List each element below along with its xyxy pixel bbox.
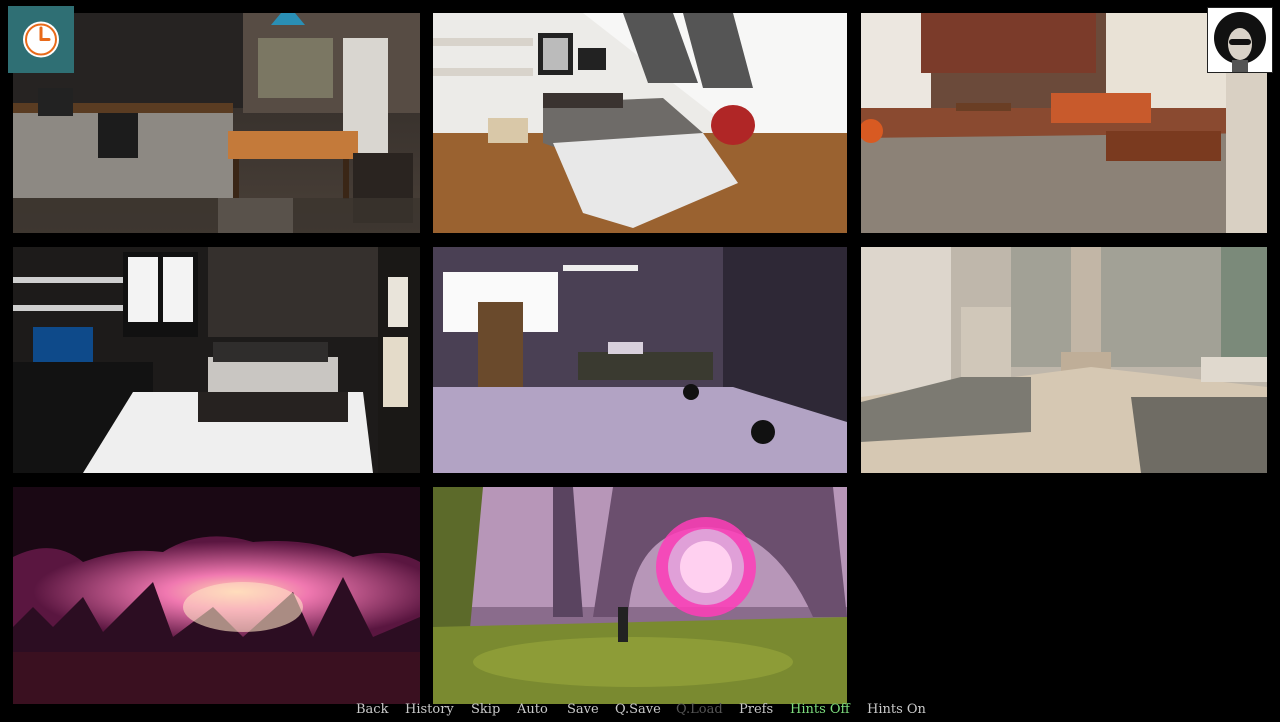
dark-bedroom-image xyxy=(13,247,420,473)
character-portrait[interactable] xyxy=(1207,7,1273,73)
pink-cave-image xyxy=(13,487,420,704)
attic-bedroom-image xyxy=(433,13,847,233)
hints-on-button[interactable]: Hints On xyxy=(867,702,926,717)
back-button[interactable]: Back xyxy=(356,702,388,717)
history-button[interactable]: History xyxy=(405,702,454,717)
location-kitchen[interactable] xyxy=(13,13,420,233)
kitchen-image xyxy=(13,13,420,233)
quick-save-button[interactable]: Q.Save xyxy=(615,702,661,717)
location-purple-room[interactable] xyxy=(433,247,847,473)
purple-room-image xyxy=(433,247,847,473)
skip-button[interactable]: Skip xyxy=(471,702,500,717)
location-attic-bedroom[interactable] xyxy=(433,13,847,233)
location-dark-bedroom[interactable] xyxy=(13,247,420,473)
clock-icon[interactable] xyxy=(8,6,74,73)
save-button[interactable]: Save xyxy=(567,702,599,717)
quick-load-button: Q.Load xyxy=(676,702,723,717)
auto-button[interactable]: Auto xyxy=(517,702,548,717)
hints-off-button[interactable]: Hints Off xyxy=(790,702,850,717)
prefs-button[interactable]: Prefs xyxy=(739,702,773,717)
quick-menu: Back History Skip Auto Save Q.Save Q.Loa… xyxy=(0,700,1280,722)
location-bathhouse[interactable] xyxy=(861,247,1267,473)
portal-forest-image xyxy=(433,487,847,704)
bathhouse-image xyxy=(861,247,1267,473)
location-portal-forest[interactable] xyxy=(433,487,847,704)
location-pink-cave[interactable] xyxy=(13,487,420,704)
